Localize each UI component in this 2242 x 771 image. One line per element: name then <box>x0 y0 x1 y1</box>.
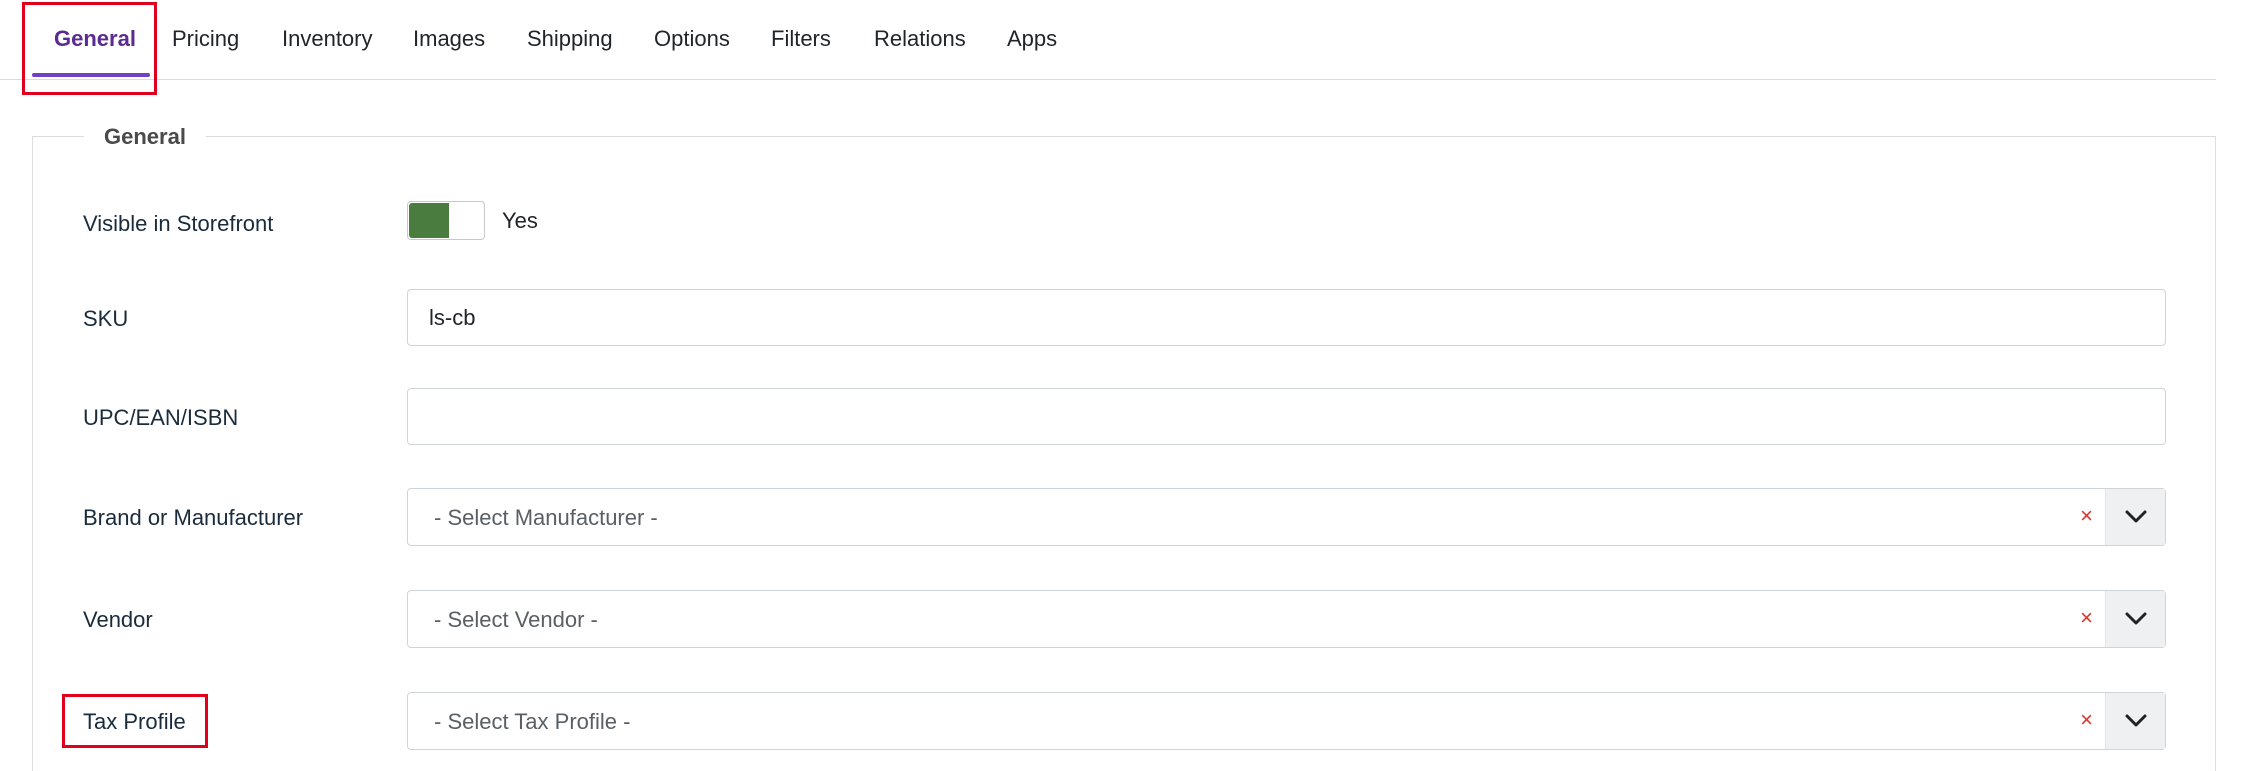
vendor-select[interactable]: - Select Vendor - × <box>407 590 2166 648</box>
brand-select-placeholder: - Select Manufacturer - <box>434 505 658 530</box>
tax-profile-clear-icon[interactable]: × <box>2080 707 2093 733</box>
tab-images[interactable]: Images <box>413 26 485 76</box>
sku-input[interactable] <box>407 289 2166 346</box>
tab-shipping[interactable]: Shipping <box>527 26 613 76</box>
tax-profile-select[interactable]: - Select Tax Profile - × <box>407 692 2166 750</box>
brand-select[interactable]: - Select Manufacturer - × <box>407 488 2166 546</box>
tax-profile-select-placeholder: - Select Tax Profile - <box>434 709 631 734</box>
tab-apps[interactable]: Apps <box>1007 26 1057 76</box>
upc-input[interactable] <box>407 388 2166 445</box>
highlight-box-general-tab <box>22 2 157 95</box>
tab-relations[interactable]: Relations <box>874 26 966 76</box>
vendor-select-placeholder: - Select Vendor - <box>434 607 598 632</box>
toggle-state-text: Yes <box>502 208 538 233</box>
tab-filters[interactable]: Filters <box>771 26 831 76</box>
brand-clear-icon[interactable]: × <box>2080 503 2093 529</box>
upc-label: UPC/EAN/ISBN <box>83 405 239 430</box>
vendor-label: Vendor <box>83 607 153 632</box>
highlight-box-tax-profile <box>62 694 208 748</box>
chevron-down-icon[interactable] <box>2105 489 2165 545</box>
product-tabs: General Pricing Inventory Images Shippin… <box>0 0 2216 80</box>
tab-pricing[interactable]: Pricing <box>172 26 239 76</box>
chevron-down-icon[interactable] <box>2105 591 2165 647</box>
tab-inventory[interactable]: Inventory <box>282 26 373 76</box>
fieldset-legend: General <box>84 124 206 150</box>
visible-in-storefront-toggle[interactable] <box>407 201 485 240</box>
brand-label: Brand or Manufacturer <box>83 505 304 530</box>
chevron-down-icon[interactable] <box>2105 693 2165 749</box>
general-fieldset <box>32 136 2216 771</box>
tab-options[interactable]: Options <box>654 26 730 76</box>
toggle-knob <box>409 203 449 238</box>
visible-in-storefront-label: Visible in Storefront <box>83 211 274 236</box>
vendor-clear-icon[interactable]: × <box>2080 605 2093 631</box>
sku-label: SKU <box>83 306 129 331</box>
